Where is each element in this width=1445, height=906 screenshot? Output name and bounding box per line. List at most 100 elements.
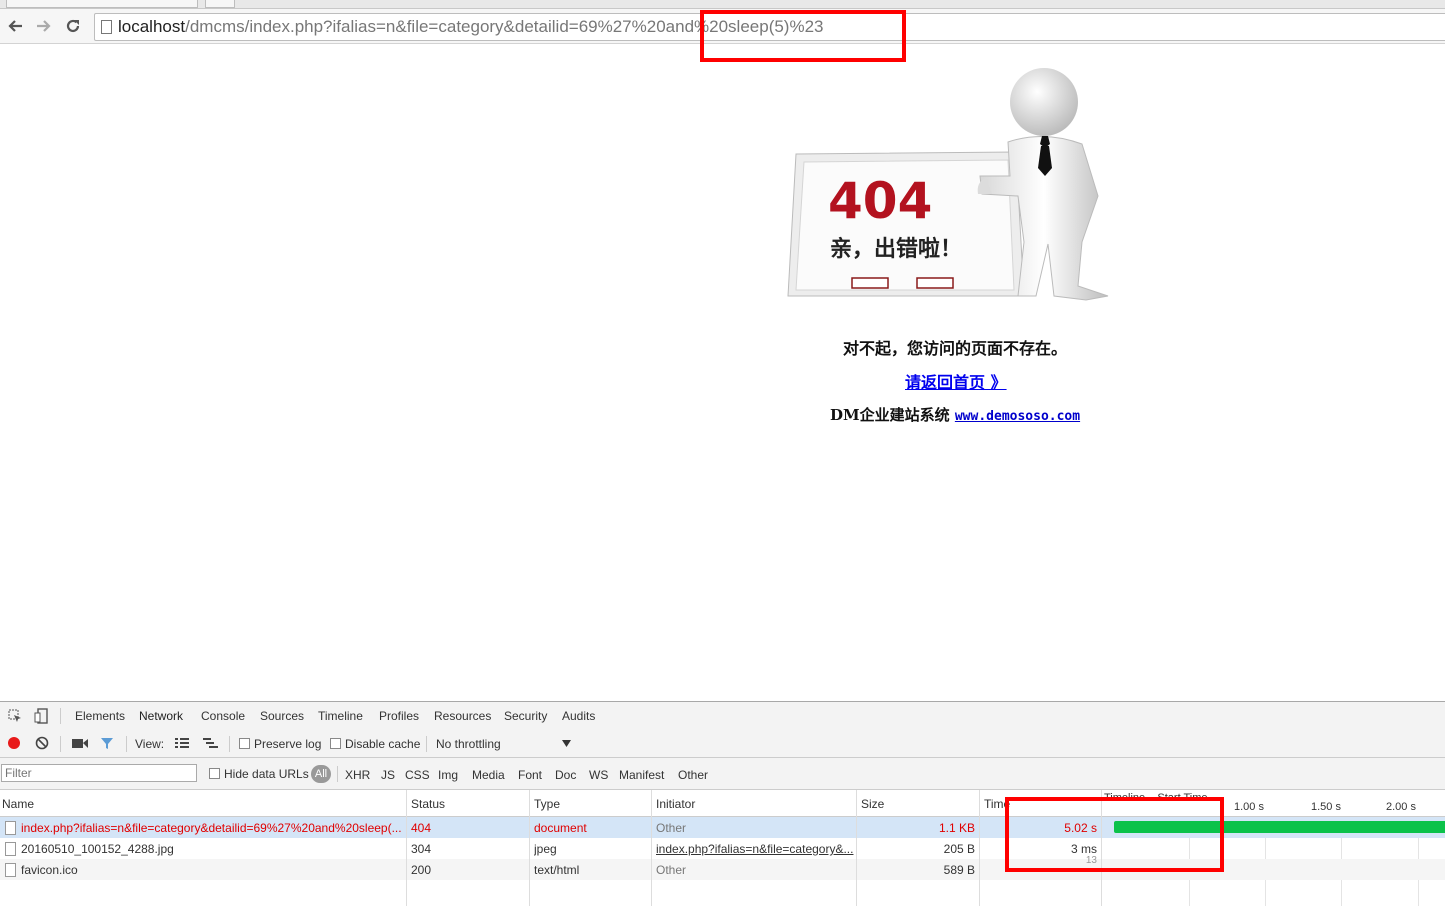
disable-cache-checkbox[interactable] — [330, 738, 341, 749]
separator — [60, 708, 61, 724]
disable-cache-label: Disable cache — [345, 737, 421, 751]
preserve-log-label: Preserve log — [254, 737, 322, 751]
separator — [229, 736, 230, 752]
request-name[interactable]: favicon.ico — [21, 863, 403, 877]
filter-type-all[interactable]: All — [311, 765, 331, 783]
column-status[interactable]: Status — [411, 797, 445, 811]
column-divider — [529, 790, 530, 906]
table-row[interactable]: favicon.ico 200 text/html Other 589 B 13 — [0, 855, 1445, 880]
timeline-tick: 1.00 s — [1234, 801, 1264, 813]
document-icon — [5, 821, 16, 835]
dropdown-arrow-icon — [562, 740, 571, 747]
filter-type-css[interactable]: CSS — [405, 768, 430, 782]
filter-input[interactable] — [1, 764, 197, 782]
throttling-value: No throttling — [436, 737, 501, 751]
home-link[interactable]: 请返回首页 》 — [905, 369, 1007, 393]
file-icon — [5, 863, 16, 877]
footer-prefix: DM企业建站系统 — [830, 406, 950, 424]
request-type: text/html — [534, 863, 580, 877]
tab-console[interactable]: Console — [201, 709, 245, 723]
forward-button[interactable] — [33, 15, 55, 37]
request-status: 304 — [411, 842, 432, 856]
preserve-log-checkbox[interactable] — [239, 738, 250, 749]
tab-audits[interactable]: Audits — [562, 709, 595, 723]
column-divider — [651, 790, 652, 906]
devtools-panel: Elements Network Console Sources Timelin… — [0, 701, 1445, 906]
tab-security[interactable]: Security — [504, 709, 547, 723]
request-name[interactable]: index.php?ifalias=n&file=category&detail… — [21, 821, 403, 835]
record-icon[interactable] — [7, 736, 21, 750]
error-404-illustration: 404 亲，出错啦！ — [786, 64, 1126, 304]
tab-network[interactable]: Network — [139, 709, 183, 723]
hide-data-urls-checkbox[interactable] — [209, 768, 220, 779]
filter-type-ws[interactable]: WS — [589, 768, 608, 782]
filter-type-img[interactable]: Img — [438, 768, 458, 782]
separator — [126, 736, 127, 752]
filter-type-other[interactable]: Other — [678, 768, 708, 782]
filter-type-doc[interactable]: Doc — [555, 768, 576, 782]
timeline-tick: 1.50 s — [1311, 801, 1341, 813]
request-status: 200 — [411, 863, 432, 877]
clear-icon[interactable] — [35, 736, 49, 750]
overview-icon[interactable] — [203, 738, 218, 749]
separator — [337, 766, 338, 782]
filter-type-media[interactable]: Media — [472, 768, 505, 782]
request-initiator: Other — [656, 821, 687, 835]
request-size: 205 B — [943, 842, 975, 856]
request-type: document — [534, 821, 587, 835]
error-message: 对不起，您访问的页面不存在。 — [842, 339, 1067, 358]
back-arrow-icon — [8, 20, 22, 32]
network-requests-table: Name Status Type Initiator Size Time Tim… — [0, 790, 1445, 906]
table-row[interactable]: 20160510_100152_4288.jpg 304 jpeg index.… — [0, 838, 1445, 859]
request-name[interactable]: 20160510_100152_4288.jpg — [21, 842, 403, 856]
tab-timeline[interactable]: Timeline — [318, 709, 363, 723]
annotation-box-url — [700, 10, 906, 62]
back-button[interactable] — [4, 15, 26, 37]
column-divider — [979, 790, 980, 906]
column-size[interactable]: Size — [861, 797, 884, 811]
tab-sources[interactable]: Sources — [260, 709, 304, 723]
column-initiator[interactable]: Initiator — [656, 797, 695, 811]
tab-elements[interactable]: Elements — [75, 709, 125, 723]
throttling-select[interactable]: No throttling — [436, 734, 574, 753]
devtools-tab-bar: Elements Network Console Sources Timelin… — [0, 702, 1445, 731]
filter-type-xhr[interactable]: XHR — [345, 768, 370, 782]
request-initiator: Other — [656, 863, 687, 877]
page-icon — [101, 20, 112, 34]
filter-type-js[interactable]: JS — [381, 768, 395, 782]
column-divider — [406, 790, 407, 906]
column-name[interactable]: Name — [2, 797, 34, 811]
forward-arrow-icon — [37, 20, 51, 32]
filter-icon[interactable] — [100, 737, 114, 750]
tab-strip — [0, 0, 1445, 9]
column-type[interactable]: Type — [534, 797, 560, 811]
request-size: 589 B — [943, 863, 975, 877]
inspect-element-icon[interactable] — [8, 709, 22, 723]
device-mode-icon[interactable] — [34, 708, 48, 724]
illustration-code: 404 — [828, 172, 932, 230]
request-type: jpeg — [534, 842, 557, 856]
site-footer: DM企业建站系统 www.demososo.com — [830, 404, 1080, 425]
view-label: View: — [135, 737, 165, 751]
large-rows-icon[interactable] — [175, 738, 189, 749]
tab-resources[interactable]: Resources — [434, 709, 491, 723]
request-status: 404 — [411, 821, 432, 835]
filter-type-manifest[interactable]: Manifest — [619, 768, 664, 782]
new-tab-button[interactable] — [205, 0, 235, 8]
footer-link[interactable]: www.demososo.com — [955, 409, 1080, 424]
annotation-box-time — [1005, 797, 1224, 872]
image-file-icon — [5, 842, 16, 856]
filter-type-font[interactable]: Font — [518, 768, 542, 782]
tab-profiles[interactable]: Profiles — [379, 709, 419, 723]
hide-data-urls-label: Hide data URLs — [224, 767, 309, 781]
url-host: localhost — [118, 17, 186, 36]
reload-icon — [66, 19, 80, 33]
browser-tab[interactable] — [6, 0, 198, 8]
separator — [60, 736, 61, 752]
reload-button[interactable] — [62, 15, 84, 37]
request-size: 1.1 KB — [938, 821, 975, 835]
request-initiator-link[interactable]: index.php?ifalias=n&file=category&... — [656, 842, 854, 856]
illustration-caption: 亲，出错啦！ — [830, 236, 962, 262]
table-header: Name Status Type Initiator Size Time Tim… — [0, 790, 1445, 817]
capture-screenshots-icon[interactable] — [72, 738, 88, 749]
